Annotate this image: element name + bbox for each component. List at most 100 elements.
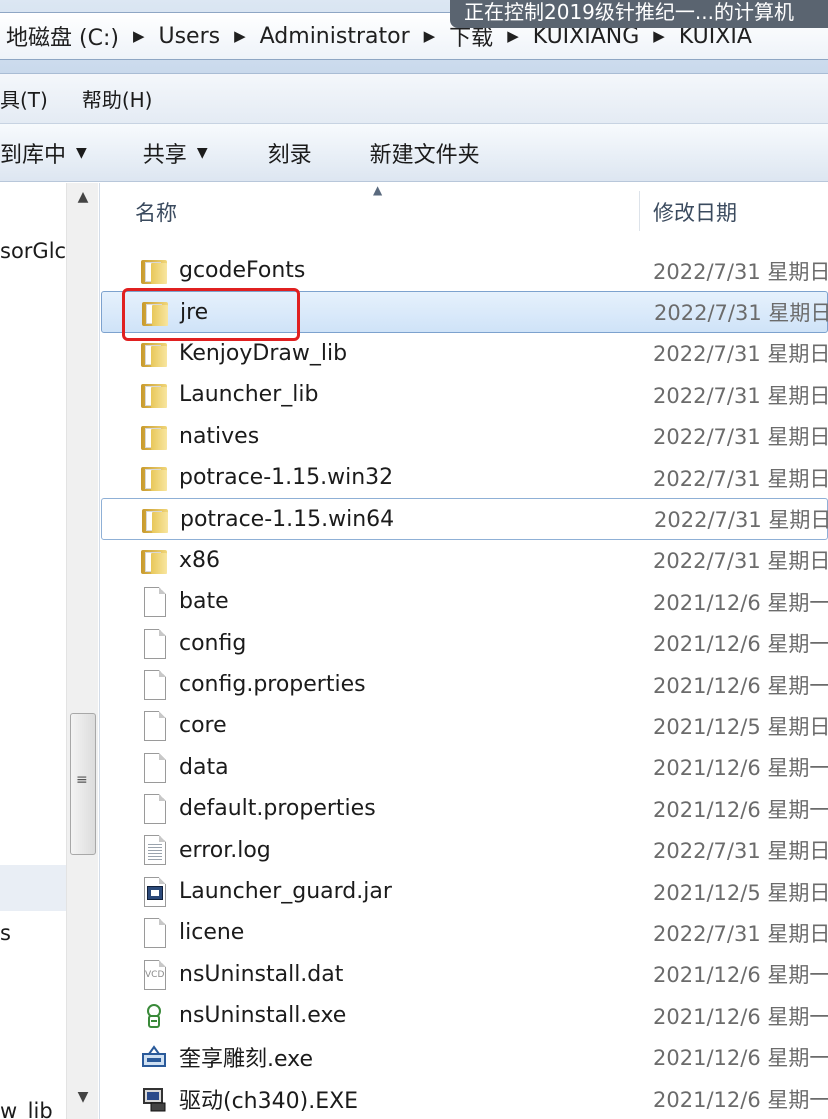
remote-control-notice: 正在控制2019级针推纪一...的计算机: [450, 0, 828, 28]
breadcrumb-drive[interactable]: 地磁盘 (C:): [0, 20, 125, 52]
breadcrumb-administrator[interactable]: Administrator: [254, 24, 416, 49]
file-modified-date: 2021/12/5 星期日: [653, 880, 828, 905]
file-modified-date: 2022/7/31 星期日: [653, 466, 828, 491]
file-icon-slot: [140, 503, 170, 537]
file-modified-date: 2022/7/31 星期日: [653, 259, 828, 284]
file-icon: [144, 918, 166, 949]
file-row[interactable]: bate 2021/12/6 星期一: [101, 581, 828, 622]
burn-button[interactable]: 刻录: [268, 137, 312, 169]
nav-scrollbar[interactable]: ▲ ≡ ▼: [66, 183, 98, 1119]
file-name: nsUninstall.dat: [179, 961, 344, 987]
file-name: config: [179, 630, 247, 656]
file-row[interactable]: nsUninstall.exe 2021/12/6 星期一: [101, 995, 828, 1036]
file-row[interactable]: 奎享雕刻.exe 2021/12/6 星期一: [101, 1036, 828, 1077]
file-icon-slot: [139, 1040, 169, 1074]
file-icon-slot: [139, 875, 169, 909]
column-header-date[interactable]: 修改日期: [653, 197, 737, 227]
file-row[interactable]: default.properties 2021/12/6 星期一: [101, 788, 828, 829]
file-icon-slot: [139, 420, 169, 454]
include-in-library-button[interactable]: 到库中 ▼: [0, 137, 87, 169]
file-row[interactable]: 驱动(ch340).EXE 2021/12/6 星期一: [101, 1078, 828, 1119]
nav-item[interactable]: sorGlc: [0, 239, 66, 263]
address-bar-area: 地磁盘 (C:) ▶ Users ▶ Administrator ▶ 下载 ▶ …: [0, 0, 828, 74]
file-modified-date: 2022/7/31 星期日: [653, 839, 828, 864]
file-modified-date: 2022/7/31 星期日: [653, 342, 828, 367]
dropdown-arrow-icon: ▼: [196, 144, 208, 161]
file-name: Launcher_lib: [179, 382, 319, 408]
file-icon: [144, 794, 166, 825]
file-icon-slot: VCD: [139, 958, 169, 992]
driver-exe-icon: [143, 1087, 166, 1112]
breadcrumb-separator-icon[interactable]: ▶: [499, 27, 527, 45]
share-button[interactable]: 共享 ▼: [143, 137, 208, 169]
file-row[interactable]: config 2021/12/6 星期一: [101, 623, 828, 664]
red-highlight-box: [122, 288, 300, 341]
file-modified-date: 2022/7/31 星期日: [654, 508, 828, 533]
file-icon-slot: [139, 668, 169, 702]
new-folder-button[interactable]: 新建文件夹: [370, 137, 480, 169]
scroll-down-icon[interactable]: ▼: [67, 1089, 99, 1113]
navigation-pane[interactable]: sorGlc s w_lib ▲ ≡ ▼: [0, 183, 100, 1119]
column-divider[interactable]: [639, 191, 640, 231]
file-icon-slot: [139, 337, 169, 371]
toolbar: 到库中 ▼ 共享 ▼ 刻录 新建文件夹: [0, 124, 828, 182]
file-row[interactable]: potrace-1.15.win32 2022/7/31 星期日: [101, 457, 828, 498]
file-icon-slot: [139, 544, 169, 578]
include-in-library-label: 到库中: [0, 142, 67, 168]
file-icon-slot: [139, 751, 169, 785]
column-header-name[interactable]: 名称: [135, 197, 177, 227]
file-name: config.properties: [179, 672, 366, 698]
folder-icon: [141, 466, 167, 491]
file-icon-slot: [139, 254, 169, 288]
file-name: potrace-1.15.win64: [180, 506, 395, 532]
file-row[interactable]: core 2021/12/5 星期日: [101, 705, 828, 746]
file-name: 奎享雕刻.exe: [179, 1047, 314, 1073]
file-row[interactable]: potrace-1.15.win64 2022/7/31 星期日: [101, 498, 828, 540]
breadcrumb-separator-icon[interactable]: ▶: [645, 27, 673, 45]
menu-help[interactable]: 帮助(H): [82, 84, 167, 113]
nav-item-highlight[interactable]: [0, 865, 66, 911]
file-icon: [144, 711, 166, 742]
dropdown-arrow-icon: ▼: [76, 144, 87, 161]
nav-item[interactable]: w_lib: [0, 1099, 53, 1119]
scrollbar-thumb[interactable]: ≡: [70, 713, 96, 855]
folder-icon: [142, 509, 168, 534]
file-row[interactable]: natives 2022/7/31 星期日: [101, 416, 828, 457]
file-modified-date: 2022/7/31 星期日: [654, 301, 828, 326]
file-icon-slot: [139, 461, 169, 495]
file-row[interactable]: gcodeFonts 2022/7/31 星期日: [101, 250, 828, 291]
file-icon: [144, 669, 166, 700]
file-name: Launcher_guard.jar: [179, 879, 392, 905]
file-row[interactable]: x86 2022/7/31 星期日: [101, 540, 828, 581]
breadcrumb-separator-icon[interactable]: ▶: [125, 27, 153, 45]
file-icon-slot: [139, 1082, 169, 1116]
file-icon: [144, 587, 166, 618]
file-row[interactable]: data 2021/12/6 星期一: [101, 747, 828, 788]
file-name: x86: [179, 547, 221, 573]
file-modified-date: 2022/7/31 星期日: [653, 549, 828, 574]
file-modified-date: 2021/12/6 星期一: [653, 756, 828, 781]
menu-bar: 具(T) 帮助(H): [0, 74, 828, 124]
file-row[interactable]: error.log 2022/7/31 星期日: [101, 829, 828, 870]
scroll-up-icon[interactable]: ▲: [67, 189, 99, 213]
breadcrumb-separator-icon[interactable]: ▶: [226, 27, 254, 45]
file-name: default.properties: [179, 796, 376, 822]
file-modified-date: 2021/12/6 星期一: [653, 963, 828, 988]
file-icon-slot: [139, 627, 169, 661]
file-name: nsUninstall.exe: [179, 1003, 347, 1029]
file-row[interactable]: Launcher_guard.jar 2021/12/5 星期日: [101, 871, 828, 912]
file-modified-date: 2021/12/6 星期一: [653, 632, 828, 657]
file-row[interactable]: licene 2022/7/31 星期日: [101, 912, 828, 953]
menu-tools[interactable]: 具(T): [0, 84, 62, 113]
file-row[interactable]: Launcher_lib 2022/7/31 星期日: [101, 374, 828, 415]
file-name: bate: [179, 589, 229, 615]
file-name: data: [179, 754, 229, 780]
app-exe-icon: [142, 1045, 166, 1068]
nav-item[interactable]: s: [0, 921, 11, 945]
breadcrumb-users[interactable]: Users: [152, 24, 226, 49]
file-modified-date: 2022/7/31 星期日: [653, 383, 828, 408]
sort-ascending-icon: ▲: [373, 183, 383, 197]
breadcrumb-separator-icon[interactable]: ▶: [416, 27, 444, 45]
file-row[interactable]: config.properties 2021/12/6 星期一: [101, 664, 828, 705]
file-row[interactable]: VCD nsUninstall.dat 2021/12/6 星期一: [101, 954, 828, 995]
